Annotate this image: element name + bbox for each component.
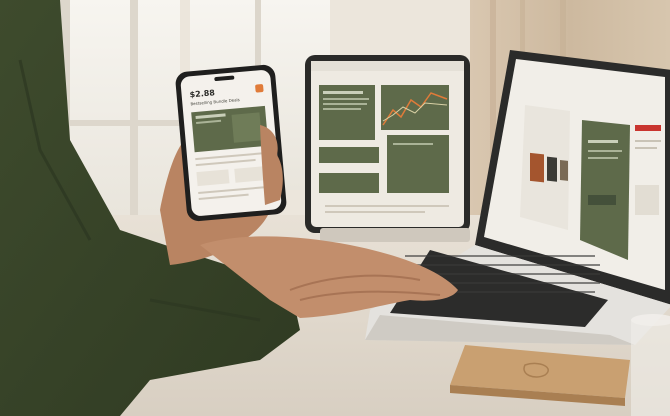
phone-notch — [214, 75, 235, 82]
phone-list-item[interactable] — [196, 169, 230, 187]
photo-scene: $2.88 Bestselling Bundle Deals — [0, 0, 670, 416]
wooden-coaster — [450, 345, 630, 406]
thumb — [260, 125, 283, 205]
phone-cart-icon[interactable] — [255, 83, 264, 93]
drinking-glass — [631, 314, 670, 416]
